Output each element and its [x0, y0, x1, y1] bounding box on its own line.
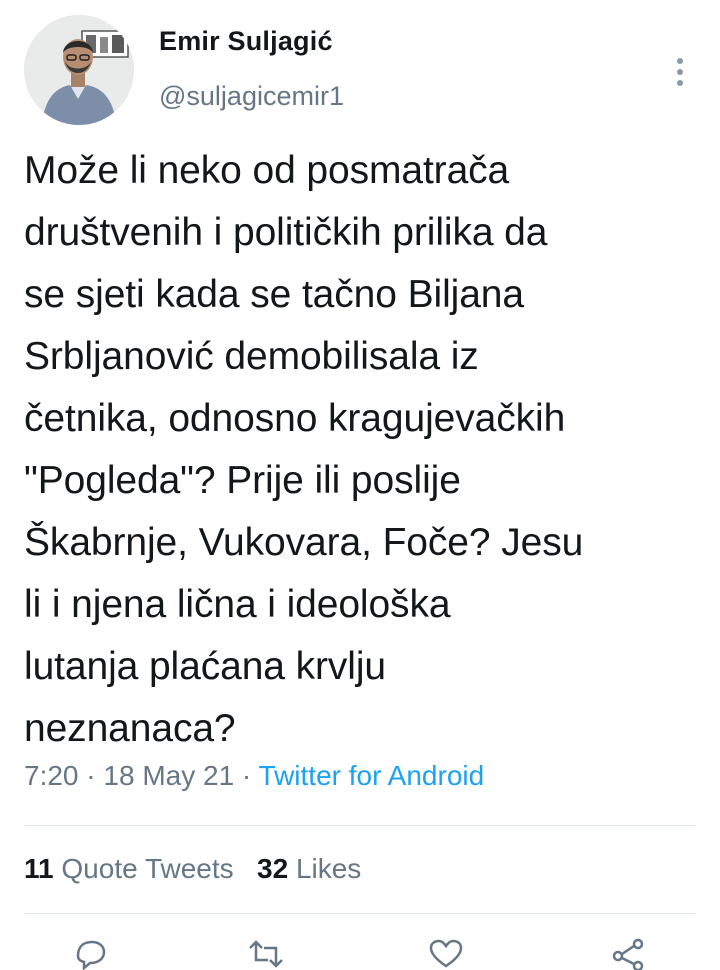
meta-separator: · [234, 760, 259, 791]
tweet-source-link[interactable]: Twitter for Android [259, 760, 485, 791]
tweet-stats: 11 Quote Tweets 32 Likes [24, 853, 361, 885]
reply-icon[interactable] [72, 938, 108, 970]
divider [24, 913, 696, 914]
meta-separator: · [78, 760, 104, 791]
tweet-text: Može li neko od posmatrača društvenih i … [24, 149, 584, 750]
divider [24, 825, 696, 826]
author-display-name[interactable]: Emir Suljagić [159, 26, 333, 57]
tweet-meta: 7:20 · 18 May 21 · Twitter for Android [24, 760, 484, 792]
likes-stat[interactable]: 32 Likes [257, 853, 361, 884]
avatar-photo [24, 15, 134, 125]
author-handle[interactable]: @suljagicemir1 [159, 81, 344, 112]
quote-tweets-label: Quote Tweets [61, 853, 234, 884]
more-options-icon[interactable] [668, 52, 692, 92]
action-bar [0, 930, 720, 970]
tweet-time: 7:20 [24, 760, 79, 791]
share-icon[interactable] [610, 938, 646, 970]
quote-tweets-stat[interactable]: 11 Quote Tweets [24, 853, 234, 884]
retweet-icon[interactable] [246, 938, 286, 970]
avatar[interactable] [24, 15, 134, 125]
likes-label: Likes [295, 853, 362, 884]
likes-count: 32 [257, 853, 289, 884]
heart-icon[interactable] [428, 938, 464, 970]
quote-tweets-count: 11 [24, 853, 54, 884]
tweet-date[interactable]: 18 May 21 [103, 760, 234, 791]
